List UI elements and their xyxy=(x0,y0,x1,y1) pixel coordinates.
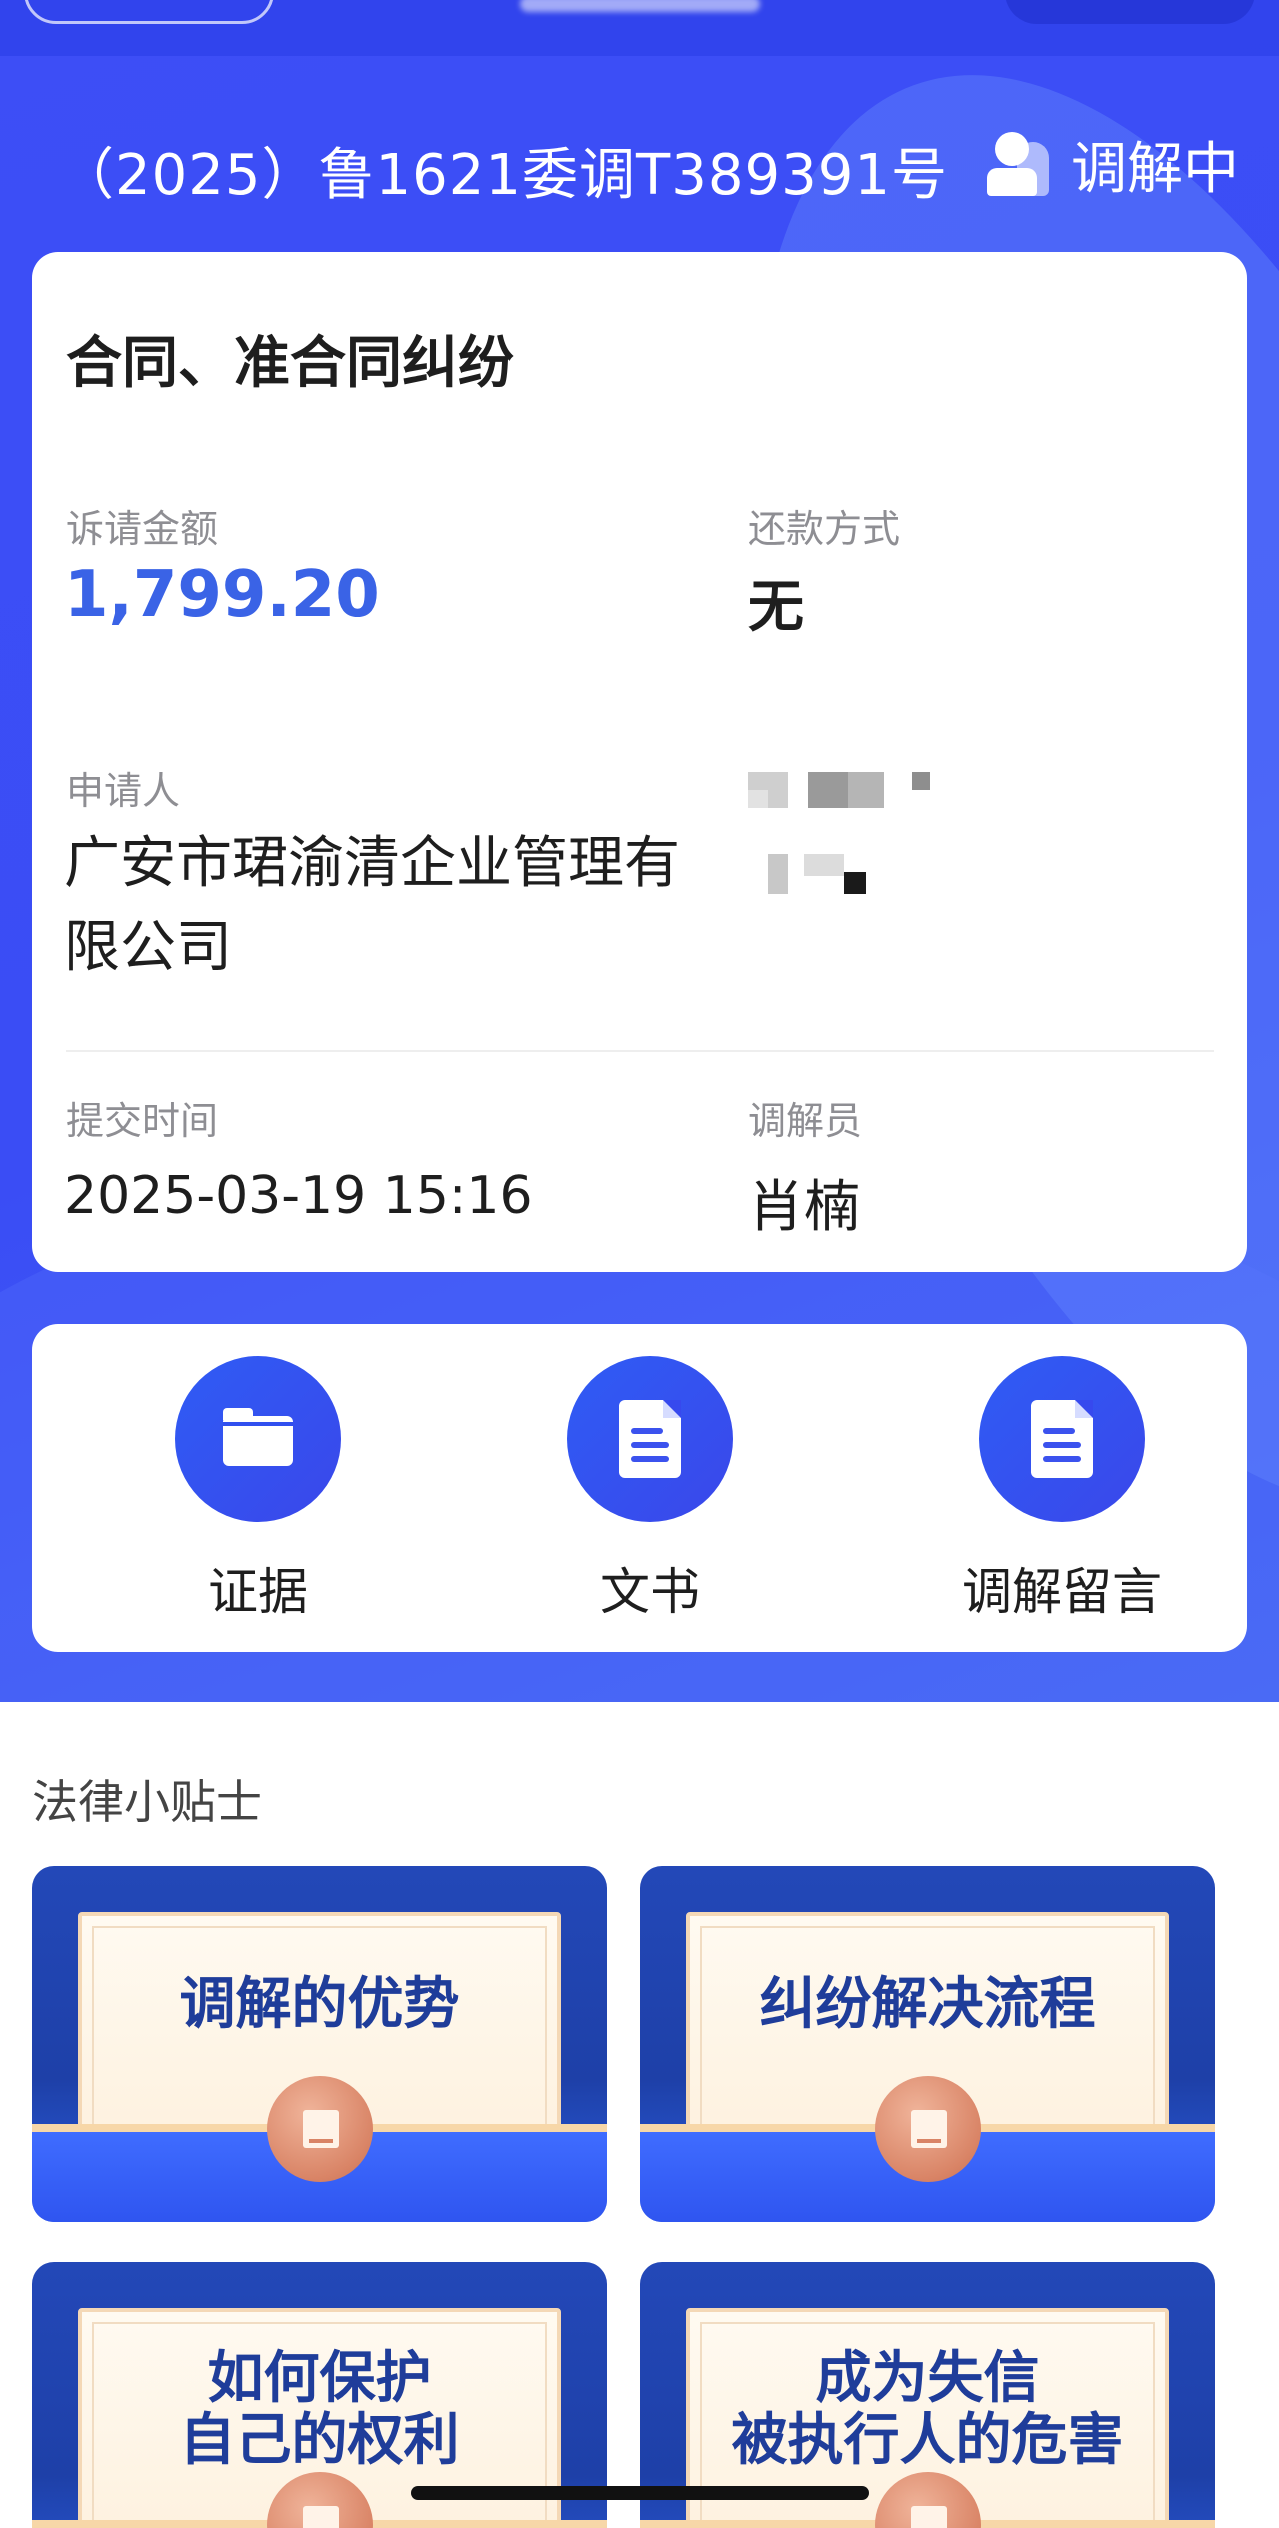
home-indicator[interactable] xyxy=(411,2486,869,2500)
evidence-button[interactable]: 证据 xyxy=(128,1356,388,1624)
tip-card-subtitle: 自己的权利 xyxy=(179,2408,460,2473)
tip-card-title: 如何保护 xyxy=(207,2346,432,2411)
back-capsule[interactable] xyxy=(24,0,274,24)
case-number: （2025）鲁1621委调T389391号 xyxy=(58,143,949,208)
status-badge: 调解中 xyxy=(987,124,1239,205)
document-icon xyxy=(1031,1400,1093,1478)
mediation-message-button[interactable]: 调解留言 xyxy=(912,1356,1212,1624)
respondent-redacted xyxy=(748,772,948,912)
navigation-bar xyxy=(0,0,1279,56)
card-divider xyxy=(66,1050,1214,1052)
book-medal-icon xyxy=(875,2076,981,2182)
mediator-name: 肖楠 xyxy=(748,1175,860,1240)
action-card: 证据 文书 调解留言 xyxy=(32,1324,1247,1652)
tip-card-subtitle: 被执行人的危害 xyxy=(731,2408,1124,2473)
menu-capsule[interactable] xyxy=(1005,0,1255,24)
applicant-label: 申请人 xyxy=(66,769,181,813)
claim-amount-value: 1,799.20 xyxy=(64,558,380,632)
evidence-label: 证据 xyxy=(208,1563,308,1621)
mediation-message-label: 调解留言 xyxy=(962,1563,1162,1621)
legal-tips-title: 法律小贴士 xyxy=(32,1775,262,1829)
mediator-label: 调解员 xyxy=(748,1099,863,1143)
documents-circle xyxy=(567,1356,733,1522)
claim-amount-label: 诉请金额 xyxy=(66,507,219,551)
applicant-name: 广安市珺渝清企业管理有限公司 xyxy=(64,831,680,980)
submit-time-value: 2025-03-19 15:16 xyxy=(64,1166,533,1226)
nav-title xyxy=(520,0,760,12)
status-text: 调解中 xyxy=(1071,137,1239,202)
submit-time-label: 提交时间 xyxy=(66,1099,219,1143)
mediator-person-icon xyxy=(987,131,1051,198)
tip-card-title: 调解的优势 xyxy=(179,1972,460,2037)
folder-icon xyxy=(223,1408,293,1466)
book-medal-icon xyxy=(267,2076,373,2182)
mediation-message-circle xyxy=(979,1356,1145,1522)
documents-label: 文书 xyxy=(600,1563,700,1621)
case-type-title: 合同、准合同纠纷 xyxy=(66,331,514,396)
case-info-card: 合同、准合同纠纷 诉请金额 1,799.20 还款方式 无 申请人 广安市珺渝清… xyxy=(32,252,1247,1272)
repayment-value: 无 xyxy=(748,575,804,640)
repayment-label: 还款方式 xyxy=(748,507,901,551)
documents-button[interactable]: 文书 xyxy=(520,1356,780,1624)
tip-card-title: 纠纷解决流程 xyxy=(759,1972,1096,2037)
document-icon xyxy=(619,1400,681,1478)
tip-card[interactable]: 调解的优势 xyxy=(32,1866,607,2222)
tip-card-title: 成为失信 xyxy=(815,2346,1040,2411)
tip-card[interactable]: 纠纷解决流程 xyxy=(640,1866,1215,2222)
evidence-circle xyxy=(175,1356,341,1522)
header-background: （2025）鲁1621委调T389391号 调解中 合同、准合同纠纷 诉请金额 … xyxy=(0,0,1279,1702)
